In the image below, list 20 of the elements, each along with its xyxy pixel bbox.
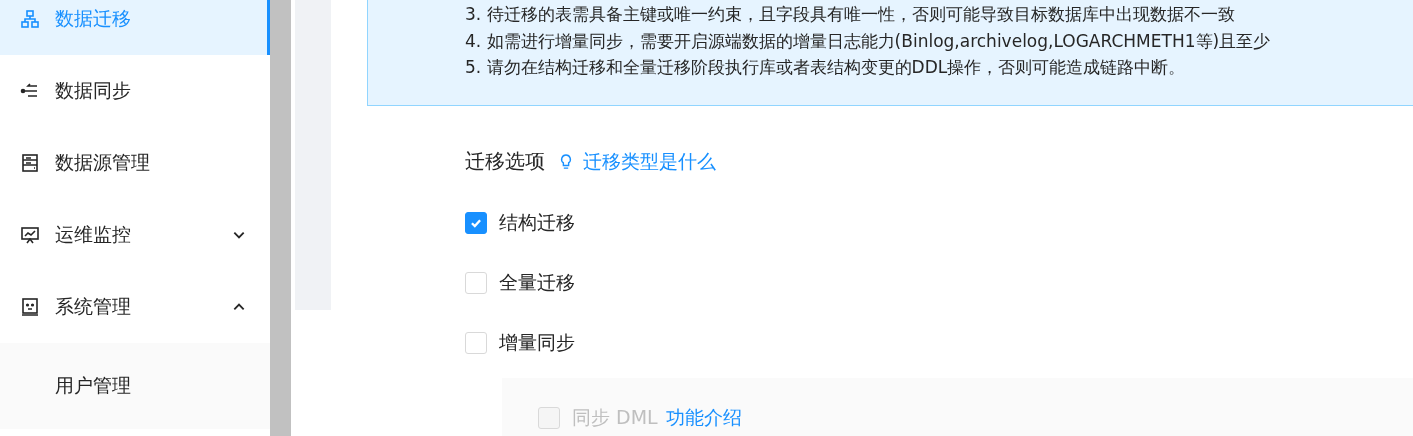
cabinet-icon <box>20 153 40 173</box>
scrollbar[interactable] <box>270 0 291 436</box>
checkbox-label: 同步 DML <box>572 404 658 430</box>
checkbox-label: 结构迁移 <box>499 209 575 235</box>
lightbulb-icon <box>559 152 573 171</box>
sidebar-item[interactable]: 运维监控 <box>0 199 270 271</box>
sidebar-item[interactable]: 系统管理 <box>0 271 270 343</box>
sidebar-item[interactable]: 数据源管理 <box>0 127 270 199</box>
robot-face-icon <box>20 297 40 317</box>
notice-text: 3. 待迁移的表需具备主键或唯一约束，且字段具有唯一性，否则可能导致目标数据库中出现数据不一致 <box>465 3 1236 26</box>
checkbox-label: 增量同步 <box>499 329 575 355</box>
notice-text: 5. 请勿在结构迁移和全量迁移阶段执行库或者表结构变更的DDL操作，否则可能造成链路中断。 <box>465 56 1187 79</box>
network-icon <box>20 9 40 29</box>
checkbox-label: 全量迁移 <box>499 269 575 295</box>
section-title: 迁移选项 <box>465 148 545 175</box>
checkbox[interactable] <box>465 211 487 234</box>
sidebar-subitem[interactable]: 用户管理 <box>0 343 270 429</box>
sidebar-item[interactable]: 数据同步 <box>0 55 270 127</box>
notice-text: 4. 如需进行增量同步，需要开启源端数据的增量日志能力(Binlog,archivelog,LOGARCHMETH1等)且至少 <box>465 29 1272 53</box>
monitor-icon <box>20 225 40 245</box>
